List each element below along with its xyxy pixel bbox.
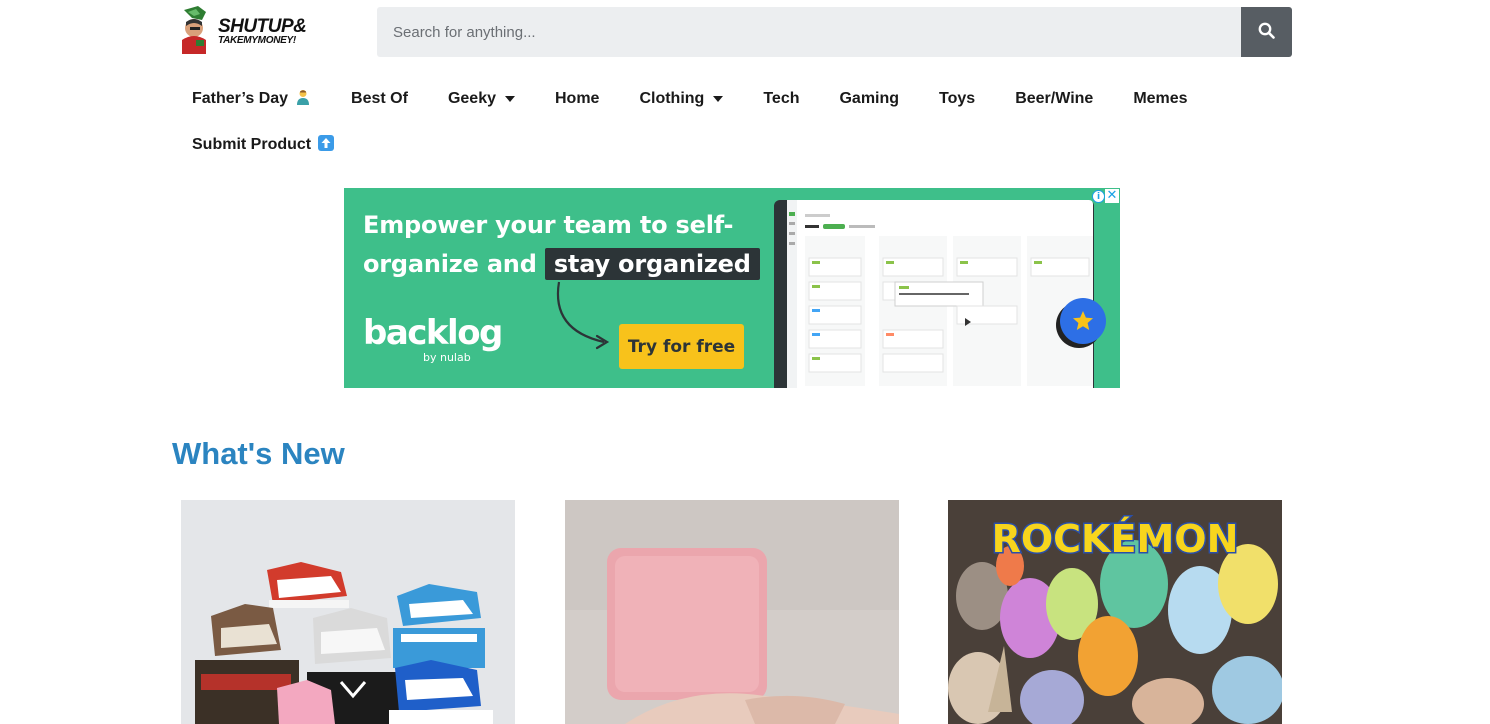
search-button[interactable] bbox=[1241, 7, 1292, 57]
product-image bbox=[565, 500, 899, 724]
ad-brand-logo: backlog by nulab bbox=[363, 313, 503, 364]
nav-item-label: Memes bbox=[1133, 90, 1188, 107]
nav-item-clothing[interactable]: Clothing bbox=[619, 90, 743, 108]
nav-item-label: Tech bbox=[763, 90, 800, 107]
nav-item-label: Geeky bbox=[447, 90, 496, 107]
logo-text-line1: SHUTUP& bbox=[218, 15, 307, 37]
product-image bbox=[181, 500, 515, 724]
curved-arrow-icon bbox=[556, 281, 610, 350]
nav-item-submit-product[interactable]: Submit Product bbox=[172, 134, 354, 156]
nav-item-label: Home bbox=[555, 90, 600, 107]
nav-row-2: Submit Product bbox=[172, 122, 1312, 168]
nav-item-label: Clothing bbox=[639, 90, 705, 107]
backlog-ad-banner[interactable]: Empower your team to self- organize and … bbox=[344, 188, 1120, 388]
nav-item-label: Best Of bbox=[351, 90, 408, 107]
up-arrow-emoji-icon bbox=[318, 134, 335, 156]
nav-item-home[interactable]: Home bbox=[535, 90, 619, 108]
nav-item-label: Beer/Wine bbox=[1015, 90, 1094, 107]
person-emoji-icon bbox=[295, 89, 311, 110]
nav-item-gaming[interactable]: Gaming bbox=[819, 90, 919, 108]
ad-headline-line2: organize and bbox=[363, 250, 537, 278]
chevron-down-icon bbox=[505, 96, 515, 102]
product-card-sneaker-cases[interactable] bbox=[181, 500, 515, 724]
logo-mascot-icon bbox=[176, 6, 216, 56]
logo-text-line2: TAKEMYMONEY! bbox=[218, 34, 296, 46]
product-card-pink-block[interactable] bbox=[565, 500, 899, 724]
main-nav: Father’s Day Best Of Geeky Home Clothing bbox=[172, 76, 1312, 168]
nav-item-memes[interactable]: Memes bbox=[1113, 90, 1207, 108]
nav-item-best-of[interactable]: Best Of bbox=[331, 90, 428, 108]
ad-info-icon[interactable]: i bbox=[1092, 190, 1105, 203]
ad-close-icon[interactable]: ✕ bbox=[1105, 189, 1119, 203]
nav-item-label: Toys bbox=[939, 90, 976, 107]
search-input[interactable] bbox=[377, 7, 1241, 57]
ad-try-free-button[interactable]: Try for free bbox=[619, 324, 744, 369]
product-image: ROCKÉMON bbox=[948, 500, 1282, 724]
nav-item-label: Father’s Day bbox=[192, 90, 289, 107]
search-icon bbox=[1258, 22, 1275, 42]
nav-item-tech[interactable]: Tech bbox=[743, 90, 819, 108]
nav-item-label: Submit Product bbox=[192, 136, 312, 153]
ad-app-screenshot bbox=[787, 200, 1093, 388]
product-card-rockemon[interactable]: ROCKÉMON bbox=[948, 500, 1282, 724]
nav-item-beer-wine[interactable]: Beer/Wine bbox=[995, 90, 1113, 108]
ad-brand-name: backlog bbox=[363, 313, 503, 353]
ad-headline: Empower your team to self- organize and … bbox=[363, 206, 760, 284]
ad-headline-line1: Empower your team to self- bbox=[363, 211, 734, 239]
section-title: What's New bbox=[172, 436, 345, 471]
nav-item-fathers-day[interactable]: Father’s Day bbox=[172, 89, 331, 110]
rockemon-title-art: ROCKÉMON bbox=[992, 517, 1239, 561]
ad-headline-highlight: stay organized bbox=[544, 248, 760, 280]
nav-item-geeky[interactable]: Geeky bbox=[428, 90, 535, 108]
site-logo[interactable]: SHUTUP& TAKEMYMONEY! bbox=[176, 5, 318, 57]
nav-item-label: Gaming bbox=[839, 90, 900, 107]
chevron-down-icon bbox=[713, 96, 724, 102]
kanban-board-illustration bbox=[787, 200, 1093, 388]
star-icon bbox=[1060, 298, 1106, 344]
nav-item-toys[interactable]: Toys bbox=[919, 90, 995, 108]
search-bar bbox=[377, 7, 1292, 57]
nav-row-1: Father’s Day Best Of Geeky Home Clothing bbox=[172, 76, 1312, 122]
